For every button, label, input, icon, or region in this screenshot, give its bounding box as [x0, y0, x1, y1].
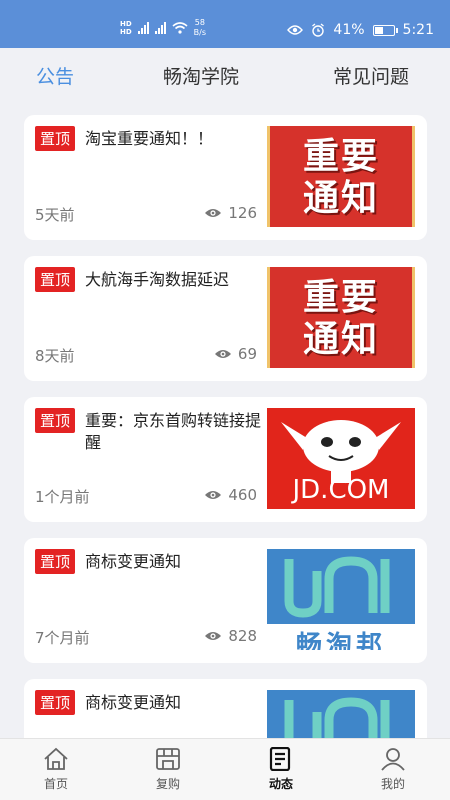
status-left: HD HD 58 B/s [120, 18, 206, 38]
thumbnail-image [267, 690, 415, 738]
eye-icon [205, 209, 222, 217]
thumbnail-line-2: 通知 [302, 176, 379, 219]
nav-news-label: 动态 [268, 777, 293, 791]
item-title: 大航海手淘数据延迟 [85, 270, 230, 289]
pinned-badge: 置顶 [35, 549, 76, 574]
net-speed-unit: B/s [193, 28, 207, 37]
hd-top-label: HD [120, 20, 132, 28]
logo-mark [267, 690, 415, 738]
store-icon [156, 748, 180, 770]
item-time: 5天前 [35, 206, 75, 224]
thumbnail-line-1: 重要 [302, 134, 379, 177]
pinned-badge: 置顶 [35, 126, 76, 151]
nav-home-label: 首页 [43, 777, 68, 791]
document-icon [269, 747, 291, 771]
jd-mascot-icon [281, 420, 401, 483]
alarm-icon [312, 23, 325, 37]
tab-academy[interactable]: 畅淘学院 [163, 62, 239, 89]
battery-icon [372, 24, 398, 36]
view-count: 828 [228, 627, 257, 645]
list-item[interactable]: 置顶 商标变更通知 [24, 679, 427, 738]
item-time: 8天前 [35, 347, 75, 365]
hd-bottom-label: HD [120, 28, 132, 36]
signal-icon-2 [154, 22, 166, 34]
list-item[interactable]: 置顶 商标变更通知 7个月前 828 畅淘邦 [24, 538, 427, 663]
thumbnail-caption: JD.COM [292, 475, 390, 505]
item-views: 69 [214, 345, 257, 363]
announcement-list: 置顶 淘宝重要通知！！ 5天前 126 重要 通知 置顶 大航海手淘数据延迟 8… [0, 100, 450, 738]
wifi-icon [172, 22, 188, 34]
home-icon [44, 747, 68, 770]
item-views: 460 [204, 486, 257, 504]
thumbnail-image: 重要 通知 [267, 126, 415, 227]
nav-repurchase[interactable]: 复购 [138, 747, 198, 792]
hd-indicator: HD HD [120, 20, 132, 36]
nav-news[interactable]: 动态 [251, 747, 311, 792]
eye-icon [205, 632, 222, 640]
signal-icon [137, 22, 149, 34]
status-bar: HD HD 58 B/s 41% 5:21 [0, 0, 450, 48]
status-right: 41% 5:21 [287, 22, 434, 38]
thumbnail-image: JD.COM [267, 408, 415, 509]
thumbnail-image: 畅淘邦 [267, 549, 415, 650]
nav-repurchase-label: 复购 [155, 777, 180, 791]
thumbnail-line-1: 重要 [302, 275, 379, 318]
brand-logo-icon [284, 556, 390, 618]
tab-faq[interactable]: 常见问题 [333, 62, 409, 89]
item-views: 126 [204, 204, 257, 222]
pinned-badge: 置顶 [35, 408, 76, 433]
list-item[interactable]: 置顶 重要：京东首购转链接提醒 1个月前 460 JD.COM [24, 397, 427, 522]
view-count: 460 [228, 486, 257, 504]
nav-profile[interactable]: 我的 [363, 747, 423, 792]
item-views: 828 [204, 627, 257, 645]
list-item[interactable]: 置顶 淘宝重要通知！！ 5天前 126 重要 通知 [24, 115, 427, 240]
bottom-nav: 首页 复购 动态 我的 [0, 738, 450, 800]
category-tabs: 公告 畅淘学院 常见问题 [0, 48, 450, 100]
eye-icon [214, 350, 231, 358]
view-count: 69 [237, 345, 257, 363]
item-title: 商标变更通知 [85, 552, 182, 571]
brand-logo-icon [284, 697, 390, 738]
list-item[interactable]: 置顶 大航海手淘数据延迟 8天前 69 重要 通知 [24, 256, 427, 381]
view-count: 126 [228, 204, 257, 222]
thumbnail-image: 重要 通知 [267, 267, 415, 368]
pinned-badge: 置顶 [35, 690, 76, 715]
thumbnail-caption: 畅淘邦 [295, 631, 386, 650]
item-title: 淘宝重要通知！！ [85, 129, 214, 148]
net-speed: 58 B/s [194, 18, 206, 38]
tab-announcement[interactable]: 公告 [36, 62, 74, 89]
eye-icon [205, 491, 222, 499]
item-title: 重要：京东首购转链接提醒 [85, 411, 262, 452]
net-speed-value: 58 [194, 18, 205, 27]
item-time: 1个月前 [35, 488, 90, 506]
pinned-badge: 置顶 [35, 267, 76, 292]
nav-home[interactable]: 首页 [26, 747, 86, 792]
clock: 5:21 [402, 22, 434, 38]
battery-percent: 41% [333, 22, 365, 38]
eye-icon [287, 25, 304, 35]
thumbnail-line-2: 通知 [302, 317, 379, 360]
logo-mark [267, 549, 415, 624]
item-time: 7个月前 [35, 629, 90, 647]
nav-profile-label: 我的 [380, 777, 405, 791]
person-icon [381, 748, 405, 771]
item-title: 商标变更通知 [85, 693, 182, 712]
